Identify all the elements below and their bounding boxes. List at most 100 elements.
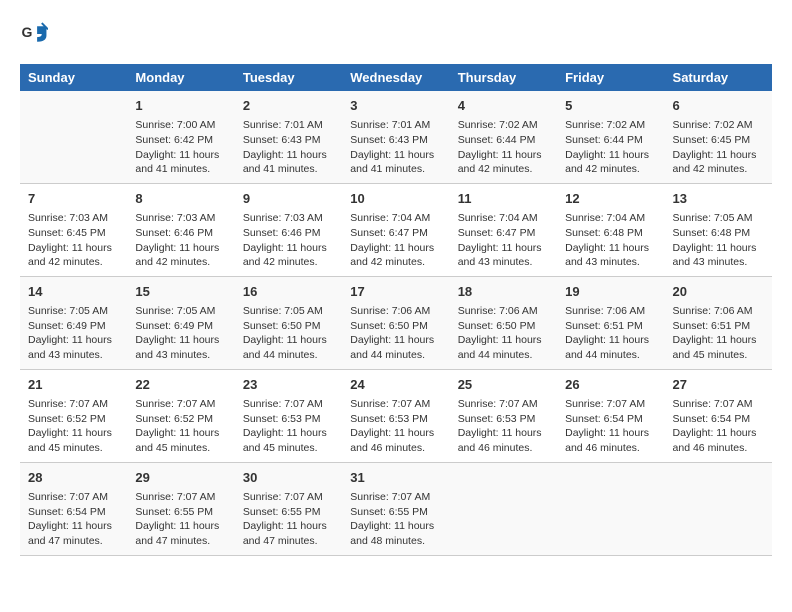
calendar-cell: 5 Sunrise: 7:02 AMSunset: 6:44 PMDaylight… bbox=[557, 91, 664, 183]
calendar-cell: 21Sunrise: 7:07 AMSunset: 6:52 PMDayligh… bbox=[20, 369, 127, 462]
cell-info: Sunrise: 7:06 AMSunset: 6:51 PMDaylight:… bbox=[565, 304, 656, 363]
day-number: 4 bbox=[458, 97, 549, 115]
logo-icon: G bbox=[20, 20, 48, 48]
calendar-cell: 19 Sunrise: 7:06 AMSunset: 6:51 PMDayligh… bbox=[557, 276, 664, 369]
calendar-cell bbox=[450, 462, 557, 555]
calendar-cell: 31 Sunrise: 7:07 AMSunset: 6:55 PMDayligh… bbox=[342, 462, 449, 555]
cell-info: Sunrise: 7:06 AMSunset: 6:50 PMDaylight:… bbox=[350, 304, 441, 363]
cell-info: Sunrise: 7:04 AMSunset: 6:47 PMDaylight:… bbox=[458, 211, 549, 270]
day-number: 29 bbox=[135, 469, 226, 487]
column-headers-row: SundayMondayTuesdayWednesdayThursdayFrid… bbox=[20, 64, 772, 91]
cell-info: Sunrise: 7:01 AMSunset: 6:43 PMDaylight:… bbox=[350, 118, 441, 177]
calendar-cell: 1Sunrise: 7:00 AMSunset: 6:42 PMDaylight… bbox=[127, 91, 234, 183]
calendar-cell: 8 Sunrise: 7:03 AMSunset: 6:46 PMDaylight… bbox=[127, 183, 234, 276]
day-number: 6 bbox=[673, 97, 764, 115]
calendar-cell: 3 Sunrise: 7:01 AMSunset: 6:43 PMDaylight… bbox=[342, 91, 449, 183]
calendar-cell: 10Sunrise: 7:04 AMSunset: 6:47 PMDayligh… bbox=[342, 183, 449, 276]
calendar-cell: 20Sunrise: 7:06 AMSunset: 6:51 PMDayligh… bbox=[665, 276, 772, 369]
calendar-cell: 14 Sunrise: 7:05 AMSunset: 6:49 PMDayligh… bbox=[20, 276, 127, 369]
calendar-cell: 7Sunrise: 7:03 AMSunset: 6:45 PMDaylight… bbox=[20, 183, 127, 276]
calendar-cell: 29 Sunrise: 7:07 AMSunset: 6:55 PMDayligh… bbox=[127, 462, 234, 555]
column-header-friday: Friday bbox=[557, 64, 664, 91]
cell-info: Sunrise: 7:07 AMSunset: 6:52 PMDaylight:… bbox=[135, 397, 226, 456]
calendar-cell bbox=[20, 91, 127, 183]
calendar-cell: 27 Sunrise: 7:07 AMSunset: 6:54 PMDayligh… bbox=[665, 369, 772, 462]
cell-info: Sunrise: 7:01 AMSunset: 6:43 PMDaylight:… bbox=[243, 118, 334, 177]
day-number: 31 bbox=[350, 469, 441, 487]
calendar-cell: 26 Sunrise: 7:07 AMSunset: 6:54 PMDayligh… bbox=[557, 369, 664, 462]
calendar-cell: 25 Sunrise: 7:07 AMSunset: 6:53 PMDayligh… bbox=[450, 369, 557, 462]
calendar-cell: 11 Sunrise: 7:04 AMSunset: 6:47 PMDayligh… bbox=[450, 183, 557, 276]
cell-info: Sunrise: 7:07 AMSunset: 6:55 PMDaylight:… bbox=[350, 490, 441, 549]
cell-info: Sunrise: 7:03 AMSunset: 6:46 PMDaylight:… bbox=[135, 211, 226, 270]
cell-info: Sunrise: 7:05 AMSunset: 6:49 PMDaylight:… bbox=[28, 304, 119, 363]
day-number: 22 bbox=[135, 376, 226, 394]
cell-info: Sunrise: 7:05 AMSunset: 6:49 PMDaylight:… bbox=[135, 304, 226, 363]
calendar-cell: 23 Sunrise: 7:07 AMSunset: 6:53 PMDayligh… bbox=[235, 369, 342, 462]
calendar-cell: 12 Sunrise: 7:04 AMSunset: 6:48 PMDayligh… bbox=[557, 183, 664, 276]
week-row-4: 21 Sunrise: 7:07 AMSunset: 6:52 PMDayligh… bbox=[20, 369, 772, 462]
day-number: 27 bbox=[673, 376, 764, 394]
calendar-cell: 30 Sunrise: 7:07 AMSunset: 6:55 PMDayligh… bbox=[235, 462, 342, 555]
calendar-cell: 17 Sunrise: 7:06 AMSunset: 6:50 PMDayligh… bbox=[342, 276, 449, 369]
week-row-3: 14 Sunrise: 7:05 AMSunset: 6:49 PMDayligh… bbox=[20, 276, 772, 369]
day-number: 23 bbox=[243, 376, 334, 394]
cell-info: Sunrise: 7:07 AMSunset: 6:53 PMDaylight:… bbox=[458, 397, 549, 456]
calendar-cell: 13Sunrise: 7:05 AMSunset: 6:48 PMDayligh… bbox=[665, 183, 772, 276]
column-header-thursday: Thursday bbox=[450, 64, 557, 91]
day-number: 2 bbox=[243, 97, 334, 115]
cell-info: Sunrise: 7:07 AMSunset: 6:53 PMDaylight:… bbox=[350, 397, 441, 456]
calendar-body: 1Sunrise: 7:00 AMSunset: 6:42 PMDaylight… bbox=[20, 91, 772, 555]
calendar-cell bbox=[557, 462, 664, 555]
day-number: 10 bbox=[350, 190, 441, 208]
cell-info: Sunrise: 7:03 AMSunset: 6:46 PMDaylight:… bbox=[243, 211, 334, 270]
cell-info: Sunrise: 7:07 AMSunset: 6:53 PMDaylight:… bbox=[243, 397, 334, 456]
day-number: 3 bbox=[350, 97, 441, 115]
day-number: 21 bbox=[28, 376, 119, 394]
cell-info: Sunrise: 7:07 AMSunset: 6:55 PMDaylight:… bbox=[135, 490, 226, 549]
day-number: 15 bbox=[135, 283, 226, 301]
cell-info: Sunrise: 7:06 AMSunset: 6:50 PMDaylight:… bbox=[458, 304, 549, 363]
cell-info: Sunrise: 7:02 AMSunset: 6:45 PMDaylight:… bbox=[673, 118, 764, 177]
day-number: 17 bbox=[350, 283, 441, 301]
day-number: 11 bbox=[458, 190, 549, 208]
cell-info: Sunrise: 7:07 AMSunset: 6:54 PMDaylight:… bbox=[565, 397, 656, 456]
day-number: 12 bbox=[565, 190, 656, 208]
page-header: G bbox=[20, 20, 772, 48]
calendar-cell: 9 Sunrise: 7:03 AMSunset: 6:46 PMDaylight… bbox=[235, 183, 342, 276]
cell-info: Sunrise: 7:04 AMSunset: 6:48 PMDaylight:… bbox=[565, 211, 656, 270]
day-number: 14 bbox=[28, 283, 119, 301]
day-number: 30 bbox=[243, 469, 334, 487]
calendar-cell: 22 Sunrise: 7:07 AMSunset: 6:52 PMDayligh… bbox=[127, 369, 234, 462]
cell-info: Sunrise: 7:07 AMSunset: 6:55 PMDaylight:… bbox=[243, 490, 334, 549]
week-row-2: 7Sunrise: 7:03 AMSunset: 6:45 PMDaylight… bbox=[20, 183, 772, 276]
day-number: 9 bbox=[243, 190, 334, 208]
cell-info: Sunrise: 7:00 AMSunset: 6:42 PMDaylight:… bbox=[135, 118, 226, 177]
day-number: 26 bbox=[565, 376, 656, 394]
calendar-cell: 15 Sunrise: 7:05 AMSunset: 6:49 PMDayligh… bbox=[127, 276, 234, 369]
cell-info: Sunrise: 7:03 AMSunset: 6:45 PMDaylight:… bbox=[28, 211, 119, 270]
cell-info: Sunrise: 7:02 AMSunset: 6:44 PMDaylight:… bbox=[458, 118, 549, 177]
week-row-5: 28 Sunrise: 7:07 AMSunset: 6:54 PMDayligh… bbox=[20, 462, 772, 555]
cell-info: Sunrise: 7:05 AMSunset: 6:48 PMDaylight:… bbox=[673, 211, 764, 270]
calendar-cell: 2 Sunrise: 7:01 AMSunset: 6:43 PMDaylight… bbox=[235, 91, 342, 183]
column-header-monday: Monday bbox=[127, 64, 234, 91]
column-header-sunday: Sunday bbox=[20, 64, 127, 91]
cell-info: Sunrise: 7:07 AMSunset: 6:54 PMDaylight:… bbox=[673, 397, 764, 456]
calendar-cell bbox=[665, 462, 772, 555]
day-number: 18 bbox=[458, 283, 549, 301]
day-number: 5 bbox=[565, 97, 656, 115]
cell-info: Sunrise: 7:02 AMSunset: 6:44 PMDaylight:… bbox=[565, 118, 656, 177]
calendar-cell: 18 Sunrise: 7:06 AMSunset: 6:50 PMDayligh… bbox=[450, 276, 557, 369]
day-number: 28 bbox=[28, 469, 119, 487]
logo: G bbox=[20, 20, 52, 48]
column-header-saturday: Saturday bbox=[665, 64, 772, 91]
column-header-tuesday: Tuesday bbox=[235, 64, 342, 91]
cell-info: Sunrise: 7:05 AMSunset: 6:50 PMDaylight:… bbox=[243, 304, 334, 363]
day-number: 20 bbox=[673, 283, 764, 301]
cell-info: Sunrise: 7:07 AMSunset: 6:54 PMDaylight:… bbox=[28, 490, 119, 549]
calendar-cell: 28 Sunrise: 7:07 AMSunset: 6:54 PMDayligh… bbox=[20, 462, 127, 555]
day-number: 8 bbox=[135, 190, 226, 208]
day-number: 25 bbox=[458, 376, 549, 394]
day-number: 19 bbox=[565, 283, 656, 301]
